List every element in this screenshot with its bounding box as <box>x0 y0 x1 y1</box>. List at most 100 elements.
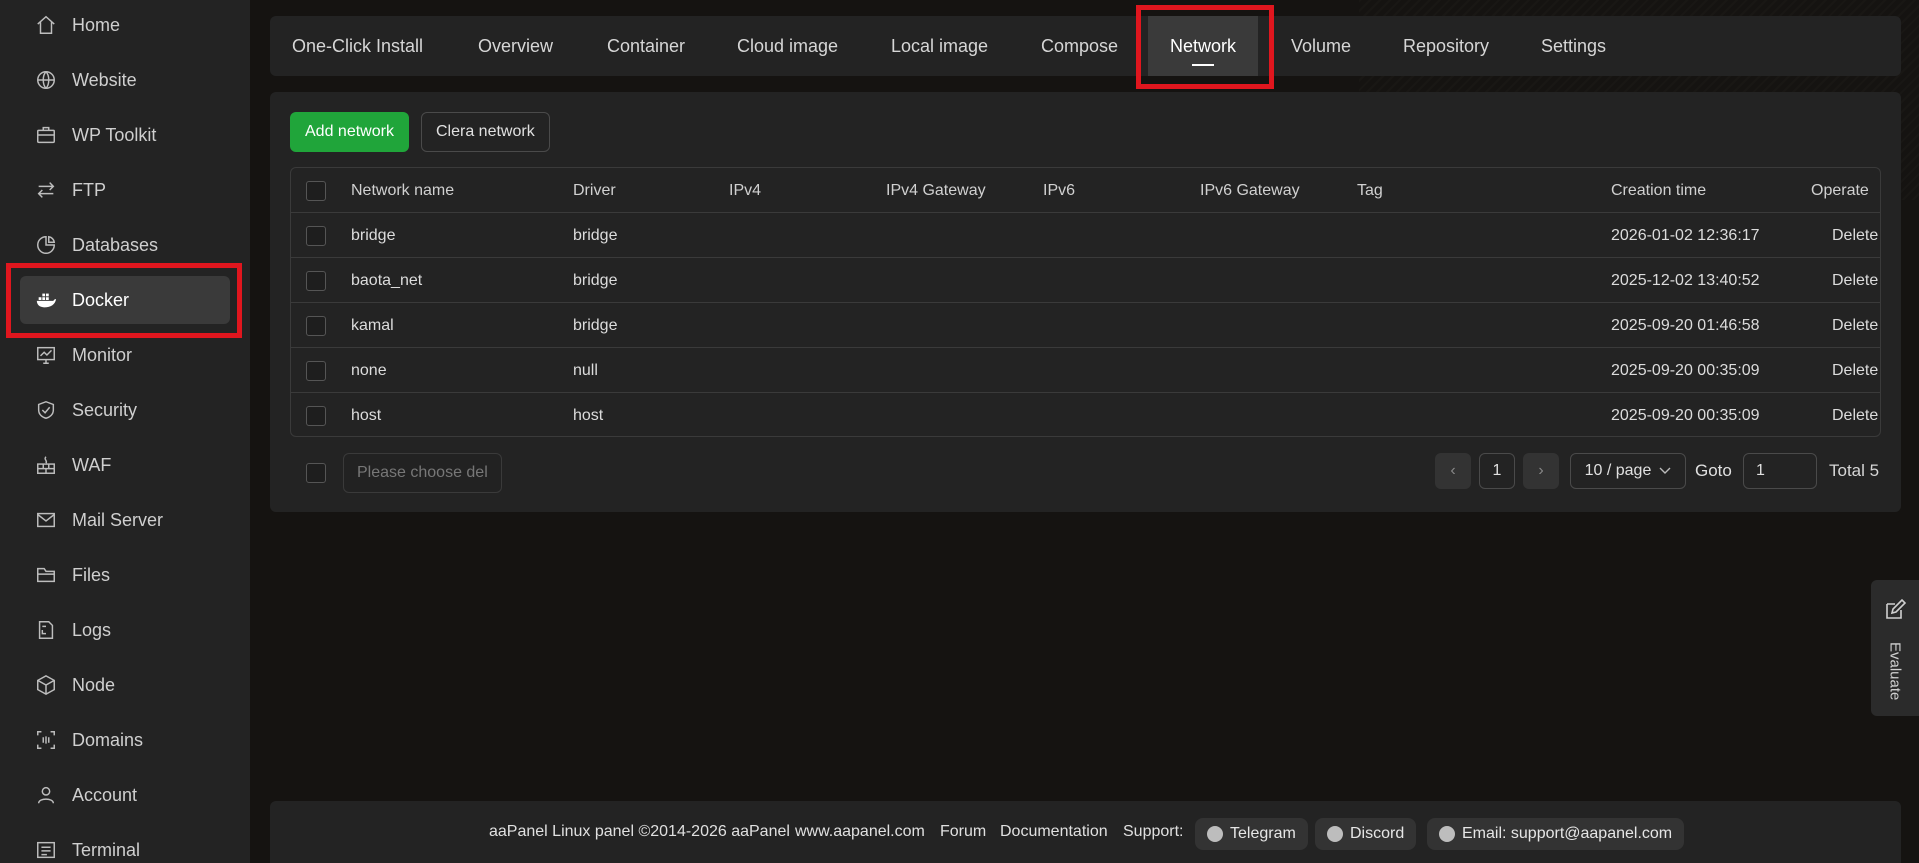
docker-tab-bar: One-Click Install Overview Container Clo… <box>270 16 1901 76</box>
tab-volume[interactable]: Volume <box>1291 16 1351 76</box>
delete-link[interactable]: Delete <box>1832 348 1878 393</box>
footer-website-link[interactable]: www.aapanel.com <box>795 801 925 863</box>
user-icon <box>34 783 58 807</box>
column-header-ipv6-gateway: IPv6 Gateway <box>1200 181 1300 199</box>
globe-icon <box>34 68 58 92</box>
row-checkbox[interactable] <box>306 225 326 246</box>
tab-network[interactable]: Network <box>1148 16 1259 76</box>
chevron-down-icon <box>1659 467 1671 474</box>
sidebar-item-home[interactable]: Home <box>20 1 230 49</box>
node-icon <box>34 673 58 697</box>
batch-select-checkbox[interactable] <box>306 463 326 483</box>
database-icon <box>34 233 58 257</box>
column-header-creation-time: Creation time <box>1611 181 1707 199</box>
delete-link[interactable]: Delete <box>1832 258 1878 303</box>
table-row: baota_net bridge 2025-12-02 13:40:52 Del… <box>291 258 1880 303</box>
sidebar-item-waf[interactable]: WAF <box>20 441 230 489</box>
evaluate-feedback-tab[interactable]: Evaluate <box>1871 580 1919 716</box>
sidebar-item-ftp[interactable]: FTP <box>20 166 230 214</box>
chevron-right-icon: › <box>1538 462 1544 479</box>
footer-documentation-link[interactable]: Documentation <box>1000 801 1108 863</box>
sidebar-item-security[interactable]: Security <box>20 386 230 434</box>
sidebar-item-label: Terminal <box>72 839 141 860</box>
column-header-driver: Driver <box>573 181 616 199</box>
sidebar-item-label: Home <box>72 14 121 35</box>
tab-compose[interactable]: Compose <box>1041 16 1118 76</box>
page-size-select[interactable]: 10 / page <box>1570 453 1686 489</box>
sidebar-item-domains[interactable]: Domains <box>20 716 230 764</box>
batch-action-select[interactable]: Please choose del <box>343 453 502 493</box>
tab-container[interactable]: Container <box>607 16 685 76</box>
column-header-operate: Operate <box>1811 181 1869 199</box>
tab-settings[interactable]: Settings <box>1541 16 1606 76</box>
footer-forum-link[interactable]: Forum <box>940 801 986 863</box>
delete-link[interactable]: Delete <box>1832 303 1878 348</box>
sidebar-item-label: Website <box>72 69 137 90</box>
sidebar-item-label: Docker <box>72 289 130 310</box>
network-name: bridge <box>351 226 396 244</box>
footer-discord-link[interactable]: Discord <box>1315 818 1417 850</box>
select-all-checkbox[interactable] <box>306 180 326 201</box>
sidebar-item-label: WP Toolkit <box>72 124 157 145</box>
email-icon <box>1439 826 1455 842</box>
sidebar-item-files[interactable]: Files <box>20 551 230 599</box>
footer-telegram-link[interactable]: Telegram <box>1195 818 1308 850</box>
sidebar-item-docker[interactable]: Docker <box>20 276 230 324</box>
sidebar-item-website[interactable]: Website <box>20 56 230 104</box>
table-row: kamal bridge 2025-09-20 01:46:58 Delete <box>291 303 1880 348</box>
tab-repository[interactable]: Repository <box>1403 16 1489 76</box>
row-checkbox[interactable] <box>306 405 326 426</box>
network-name: host <box>351 406 382 424</box>
goto-label: Goto <box>1695 461 1732 480</box>
sidebar-item-label: Node <box>72 674 116 695</box>
tab-one-click-install[interactable]: One-Click Install <box>292 16 423 76</box>
discord-icon <box>1327 826 1343 842</box>
clear-network-button[interactable]: Clera network <box>421 112 550 152</box>
table-row: bridge bridge 2026-01-02 12:36:17 Delete <box>291 213 1880 258</box>
row-checkbox[interactable] <box>306 315 326 336</box>
next-page-button[interactable]: › <box>1523 453 1559 489</box>
creation-time: 2025-09-20 00:35:09 <box>1611 361 1760 379</box>
folder-icon <box>34 563 58 587</box>
prev-page-button[interactable]: ‹ <box>1435 453 1471 489</box>
column-header-network-name: Network name <box>351 181 455 199</box>
creation-time: 2025-12-02 13:40:52 <box>1611 271 1760 289</box>
network-name: kamal <box>351 316 394 334</box>
mail-icon <box>34 508 58 532</box>
tab-cloud-image[interactable]: Cloud image <box>737 16 838 76</box>
sidebar-item-databases[interactable]: Databases <box>20 221 230 269</box>
network-name: baota_net <box>351 271 423 289</box>
network-panel: Add network Clera network Network name D… <box>270 92 1901 512</box>
domains-icon <box>34 728 58 752</box>
sidebar-item-terminal[interactable]: Terminal <box>20 826 230 863</box>
sidebar-item-label: Mail Server <box>72 509 164 530</box>
monitor-icon <box>34 343 58 367</box>
creation-time: 2026-01-02 12:36:17 <box>1611 226 1760 244</box>
delete-link[interactable]: Delete <box>1832 393 1878 436</box>
footer-email-link[interactable]: Email: support@aapanel.com <box>1427 818 1685 850</box>
goto-page-input[interactable] <box>1743 453 1817 489</box>
tab-local-image[interactable]: Local image <box>891 16 988 76</box>
page-number-button[interactable]: 1 <box>1479 453 1515 489</box>
edit-icon <box>1886 598 1907 619</box>
network-name: none <box>351 361 387 379</box>
delete-link[interactable]: Delete <box>1832 213 1878 258</box>
add-network-button[interactable]: Add network <box>290 112 409 152</box>
discord-label: Discord <box>1350 825 1405 842</box>
log-icon <box>34 618 58 642</box>
footer-copyright: aaPanel Linux panel ©2014-2026 aaPanel <box>489 823 790 840</box>
row-checkbox[interactable] <box>306 270 326 291</box>
row-checkbox[interactable] <box>306 360 326 381</box>
sidebar-item-mail-server[interactable]: Mail Server <box>20 496 230 544</box>
sidebar-item-logs[interactable]: Logs <box>20 606 230 654</box>
sidebar-item-account[interactable]: Account <box>20 771 230 819</box>
network-table: Network name Driver IPv4 IPv4 Gateway IP… <box>290 167 1881 437</box>
sidebar-item-wp-toolkit[interactable]: WP Toolkit <box>20 111 230 159</box>
sidebar-item-node[interactable]: Node <box>20 661 230 709</box>
tab-overview[interactable]: Overview <box>478 16 553 76</box>
evaluate-label: Evaluate <box>1886 641 1904 701</box>
sidebar-item-monitor[interactable]: Monitor <box>20 331 230 379</box>
column-header-ipv6: IPv6 <box>1043 181 1076 199</box>
terminal-icon <box>34 838 58 862</box>
sidebar-item-label: Account <box>72 784 138 805</box>
